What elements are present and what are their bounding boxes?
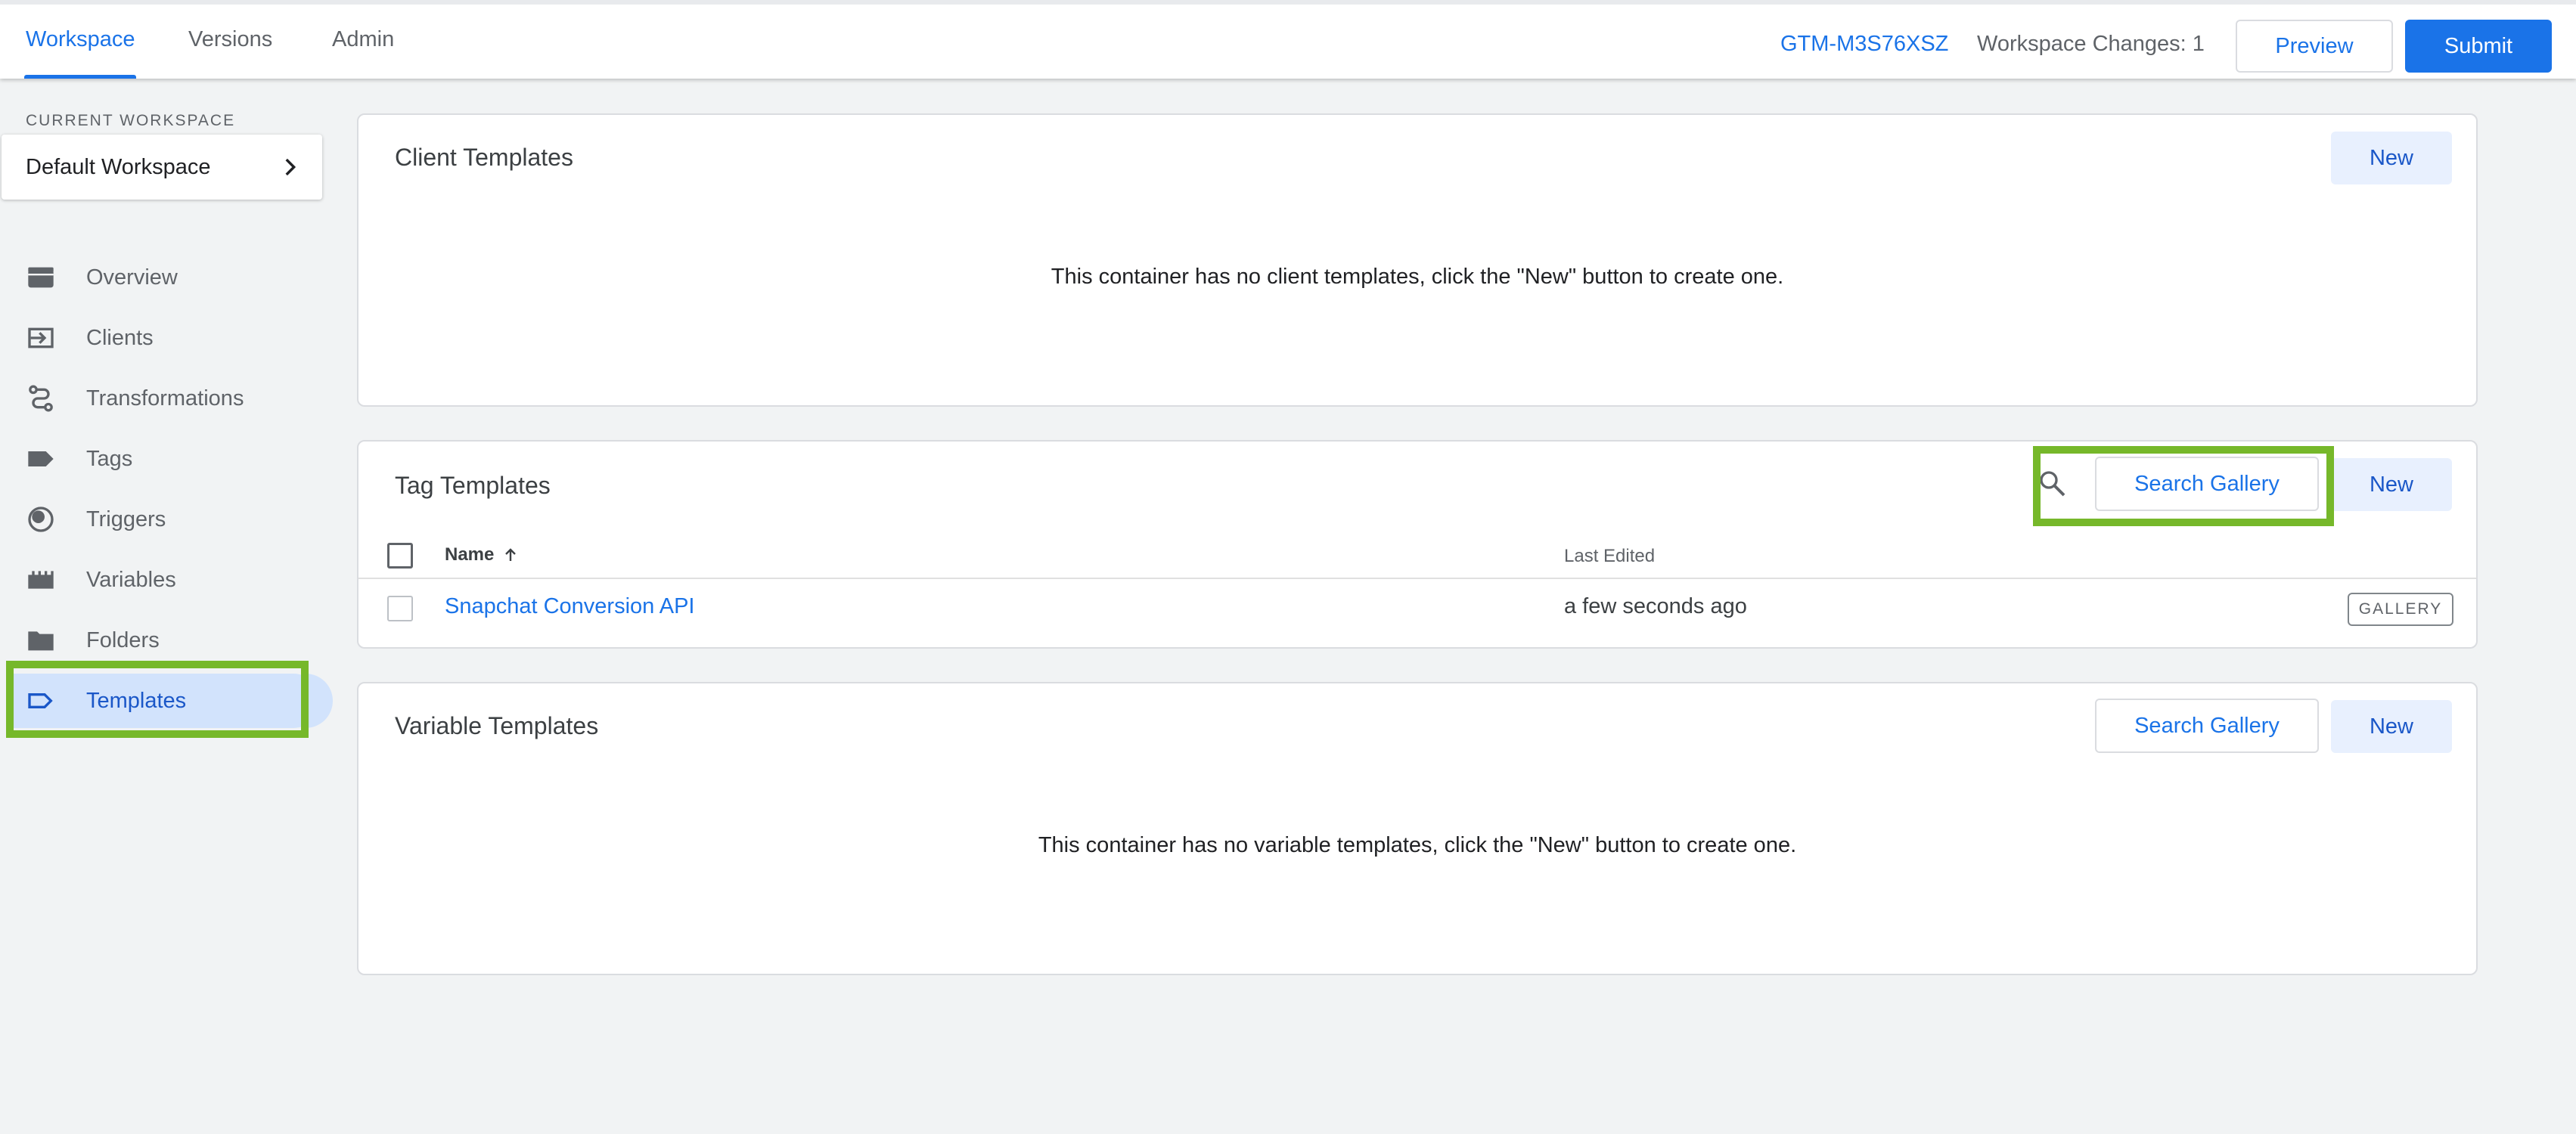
tag-icon: [26, 444, 56, 474]
search-gallery-button[interactable]: Search Gallery: [2095, 699, 2319, 753]
row-checkbox[interactable]: [387, 596, 413, 621]
sidebar-item-folders[interactable]: Folders: [11, 613, 298, 668]
card-title: Tag Templates: [395, 472, 551, 499]
template-icon: [26, 686, 56, 716]
briefcase-icon: [26, 262, 56, 293]
table-row: Snapchat Conversion API a few seconds ag…: [358, 579, 2476, 638]
workspace-name: Default Workspace: [26, 154, 211, 179]
sidebar-item-label: Clients: [86, 325, 154, 350]
search-icon: [2040, 471, 2065, 497]
tab-admin[interactable]: Admin: [332, 27, 394, 52]
sidebar-item-label: Templates: [86, 688, 187, 713]
column-header-last-edited[interactable]: Last Edited: [1564, 546, 1655, 567]
sidebar-item-label: Transformations: [86, 386, 244, 411]
top-app-bar: Workspace Versions Admin GTM-M3S76XSZ Wo…: [0, 0, 2576, 79]
gallery-badge: GALLERY: [2348, 593, 2453, 626]
table-header: Name Last Edited: [358, 532, 2476, 579]
card-title: Client Templates: [395, 144, 573, 171]
sidebar-item-clients[interactable]: Clients: [11, 311, 298, 365]
current-workspace-label: CURRENT WORKSPACE: [26, 112, 236, 129]
sidebar-item-variables[interactable]: Variables: [11, 553, 298, 607]
column-header-name[interactable]: Name: [445, 544, 520, 565]
last-edited-value: a few seconds ago: [1564, 594, 1747, 618]
sidebar-item-label: Tags: [86, 446, 133, 471]
sidebar-item-tags[interactable]: Tags: [11, 432, 298, 486]
search-gallery-button[interactable]: Search Gallery: [2095, 457, 2319, 511]
tab-workspace[interactable]: Workspace: [26, 27, 135, 52]
workspace-selector[interactable]: Default Workspace: [2, 135, 322, 200]
card-title: Variable Templates: [395, 712, 599, 739]
client-icon: [26, 323, 56, 353]
sidebar-item-label: Triggers: [86, 507, 166, 531]
chevron-right-icon: [285, 158, 296, 176]
empty-state-message: This container has no client templates, …: [1051, 265, 1784, 289]
sidebar-item-label: Folders: [86, 627, 160, 652]
sort-ascending-icon: [505, 548, 517, 561]
preview-button[interactable]: Preview: [2236, 20, 2393, 73]
new-client-template-button[interactable]: New: [2331, 132, 2452, 184]
variable-icon: [26, 565, 56, 595]
variable-templates-card: Variable Templates Search Gallery New Th…: [357, 682, 2478, 975]
trigger-icon: [26, 504, 56, 534]
sidebar-item-label: Variables: [86, 567, 176, 592]
sidebar-item-templates[interactable]: Templates: [11, 674, 333, 728]
tag-templates-card: Tag Templates Search Gallery New Name La…: [357, 440, 2478, 649]
container-id-link[interactable]: GTM-M3S76XSZ: [1780, 32, 1948, 57]
folder-icon: [26, 625, 56, 655]
workspace-changes-count: Workspace Changes: 1: [1977, 32, 2205, 56]
active-tab-indicator: [24, 75, 136, 79]
template-name-link[interactable]: Snapchat Conversion API: [445, 594, 694, 619]
new-variable-template-button[interactable]: New: [2331, 700, 2452, 753]
sidebar-item-overview[interactable]: Overview: [11, 250, 298, 305]
transformation-icon: [26, 383, 56, 414]
submit-button[interactable]: Submit: [2405, 20, 2552, 73]
sidebar-item-triggers[interactable]: Triggers: [11, 492, 298, 547]
sidebar-item-label: Overview: [86, 265, 178, 290]
sidebar-item-transformations[interactable]: Transformations: [11, 371, 298, 426]
empty-state-message: This container has no variable templates…: [1038, 833, 1797, 857]
tab-versions[interactable]: Versions: [188, 27, 272, 52]
new-tag-template-button[interactable]: New: [2331, 458, 2452, 511]
client-templates-card: Client Templates New This container has …: [357, 113, 2478, 407]
select-all-checkbox[interactable]: [387, 543, 413, 569]
